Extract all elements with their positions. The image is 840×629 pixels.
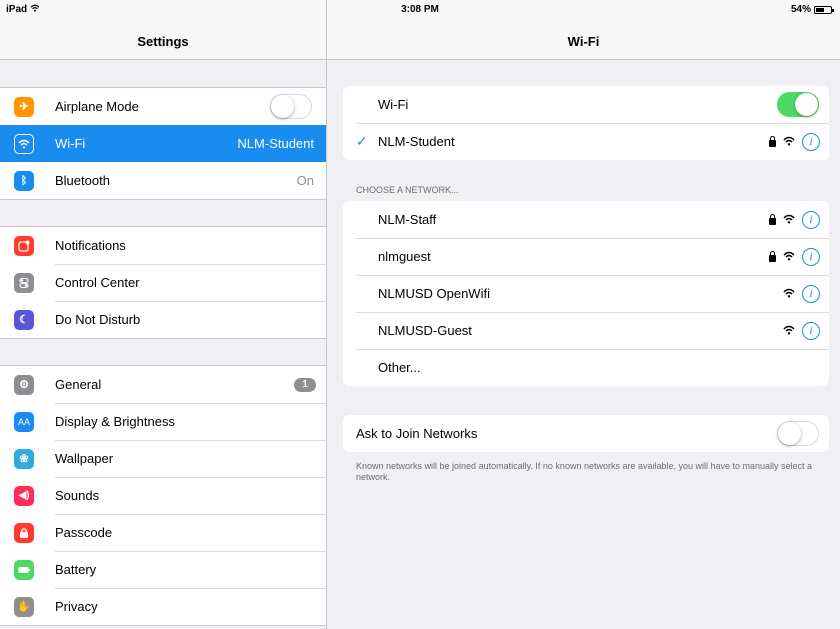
battery-status-icon [814, 5, 834, 14]
network-name: NLMUSD OpenWifi [378, 286, 490, 301]
sidebar-item-label: Bluetooth [55, 173, 110, 188]
lock-icon [14, 522, 34, 543]
lock-icon [769, 250, 776, 262]
display-icon: AA [14, 411, 34, 432]
settings-group-connectivity: ✈ Airplane Mode Wi-Fi NLM-Student ᛒ Blue… [0, 87, 326, 200]
wifi-toggle-group: Wi-Fi ✓ NLM-Student i [343, 86, 829, 160]
sidebar-item-notifications[interactable]: Notifications [0, 227, 326, 264]
sidebar-item-label: Do Not Disturb [55, 312, 141, 327]
lock-icon [769, 135, 776, 147]
status-bar: iPad 3:08 PM 54% [0, 0, 840, 20]
sidebar-item-do-not-disturb[interactable]: ☾ Do Not Disturb [0, 301, 326, 338]
status-time: 3:08 PM [401, 4, 439, 15]
wifi-icon [14, 133, 34, 154]
airplane-mode-toggle[interactable] [270, 94, 312, 119]
network-name: NLMUSD-Guest [378, 323, 472, 338]
ask-to-join-group: Ask to Join Networks [343, 415, 829, 452]
hand-icon: ✋ [14, 596, 34, 617]
ask-to-join-description: Known networks will be joined automatica… [356, 461, 813, 482]
wifi-strength-icon [783, 133, 795, 151]
choose-network-header: CHOOSE A NETWORK... [356, 185, 459, 195]
sidebar-item-label: Display & Brightness [55, 414, 175, 429]
settings-group-general: ⚙ General 1 AA Display & Brightness ❀ Wa… [0, 365, 326, 626]
sidebar-item-label: Notifications [55, 238, 126, 253]
ask-to-join-label: Ask to Join Networks [356, 426, 478, 441]
checkmark-icon: ✓ [356, 133, 368, 149]
sidebar-item-label: Control Center [55, 275, 140, 290]
sidebar-item-battery[interactable]: Battery [0, 551, 326, 588]
network-name: NLM-Staff [378, 212, 437, 227]
info-icon[interactable]: i [802, 210, 820, 229]
sidebar-item-label: Wi-Fi [55, 136, 86, 151]
connected-network-name: NLM-Student [378, 134, 455, 149]
other-network-row[interactable]: Other... [343, 349, 829, 386]
sidebar-item-wallpaper[interactable]: ❀ Wallpaper [0, 440, 326, 477]
info-icon[interactable]: i [802, 321, 820, 340]
wifi-strength-icon [783, 248, 795, 266]
settings-title: Settings [137, 34, 189, 49]
sidebar-item-control-center[interactable]: Control Center [0, 264, 326, 301]
networks-list: NLM-Staff i nlmguest i NLMUSD OpenWifi i… [343, 201, 829, 386]
sidebar-item-label: Privacy [55, 599, 98, 614]
battery-percent: 54% [790, 4, 811, 15]
wifi-strength-icon [783, 322, 795, 340]
network-row[interactable]: NLMUSD-Guest i [343, 312, 829, 349]
network-name: nlmguest [378, 249, 431, 264]
sidebar-item-label: Sounds [55, 488, 100, 503]
wifi-toggle-label: Wi-Fi [378, 97, 409, 112]
sidebar-item-display-brightness[interactable]: AA Display & Brightness [0, 403, 326, 440]
ask-to-join-toggle[interactable] [777, 421, 819, 446]
network-row[interactable]: NLM-Staff i [343, 201, 829, 238]
wifi-strength-icon [783, 211, 795, 229]
info-icon[interactable]: i [802, 132, 820, 151]
battery-icon [14, 559, 34, 580]
wifi-toggle[interactable] [777, 92, 819, 117]
sidebar-item-passcode[interactable]: Passcode [0, 514, 326, 551]
control-center-icon [14, 272, 34, 293]
bluetooth-icon: ᛒ [14, 170, 34, 191]
wifi-toggle-row: Wi-Fi [343, 86, 829, 123]
pane-divider [326, 0, 327, 629]
other-network-label: Other... [378, 360, 421, 375]
sidebar-item-label: Passcode [55, 525, 113, 540]
sidebar-item-label: Airplane Mode [55, 99, 139, 114]
sidebar-item-bluetooth[interactable]: ᛒ Bluetooth On [0, 162, 326, 199]
network-row[interactable]: NLMUSD OpenWifi i [343, 275, 829, 312]
settings-group-notifications: Notifications Control Center ☾ Do Not Di… [0, 226, 326, 339]
connected-network-row[interactable]: ✓ NLM-Student i [343, 123, 829, 160]
sidebar-item-general[interactable]: ⚙ General 1 [0, 366, 326, 403]
moon-icon: ☾ [14, 309, 34, 330]
airplane-icon: ✈ [14, 96, 34, 117]
sidebar-item-label: General [55, 377, 102, 392]
sidebar-item-label: Battery [55, 562, 97, 577]
lock-icon [769, 213, 776, 225]
bluetooth-value: On [296, 173, 314, 188]
wifi-title: Wi-Fi [567, 34, 600, 49]
speaker-icon: ◀) [14, 485, 34, 506]
update-badge: 1 [294, 377, 316, 392]
wifi-network-value: NLM-Student [237, 136, 314, 151]
ask-to-join-row: Ask to Join Networks [343, 415, 829, 452]
gear-icon: ⚙ [14, 374, 34, 395]
sidebar-item-airplane-mode[interactable]: ✈ Airplane Mode [0, 88, 326, 125]
sidebar-item-wifi[interactable]: Wi-Fi NLM-Student [0, 125, 326, 162]
wifi-strength-icon [783, 285, 795, 303]
info-icon[interactable]: i [802, 247, 820, 266]
network-row[interactable]: nlmguest i [343, 238, 829, 275]
sidebar-item-label: Wallpaper [55, 451, 114, 466]
notifications-icon [14, 235, 34, 256]
sidebar-item-sounds[interactable]: ◀) Sounds [0, 477, 326, 514]
wallpaper-icon: ❀ [14, 448, 34, 469]
sidebar-item-privacy[interactable]: ✋ Privacy [0, 588, 326, 625]
info-icon[interactable]: i [802, 284, 820, 303]
